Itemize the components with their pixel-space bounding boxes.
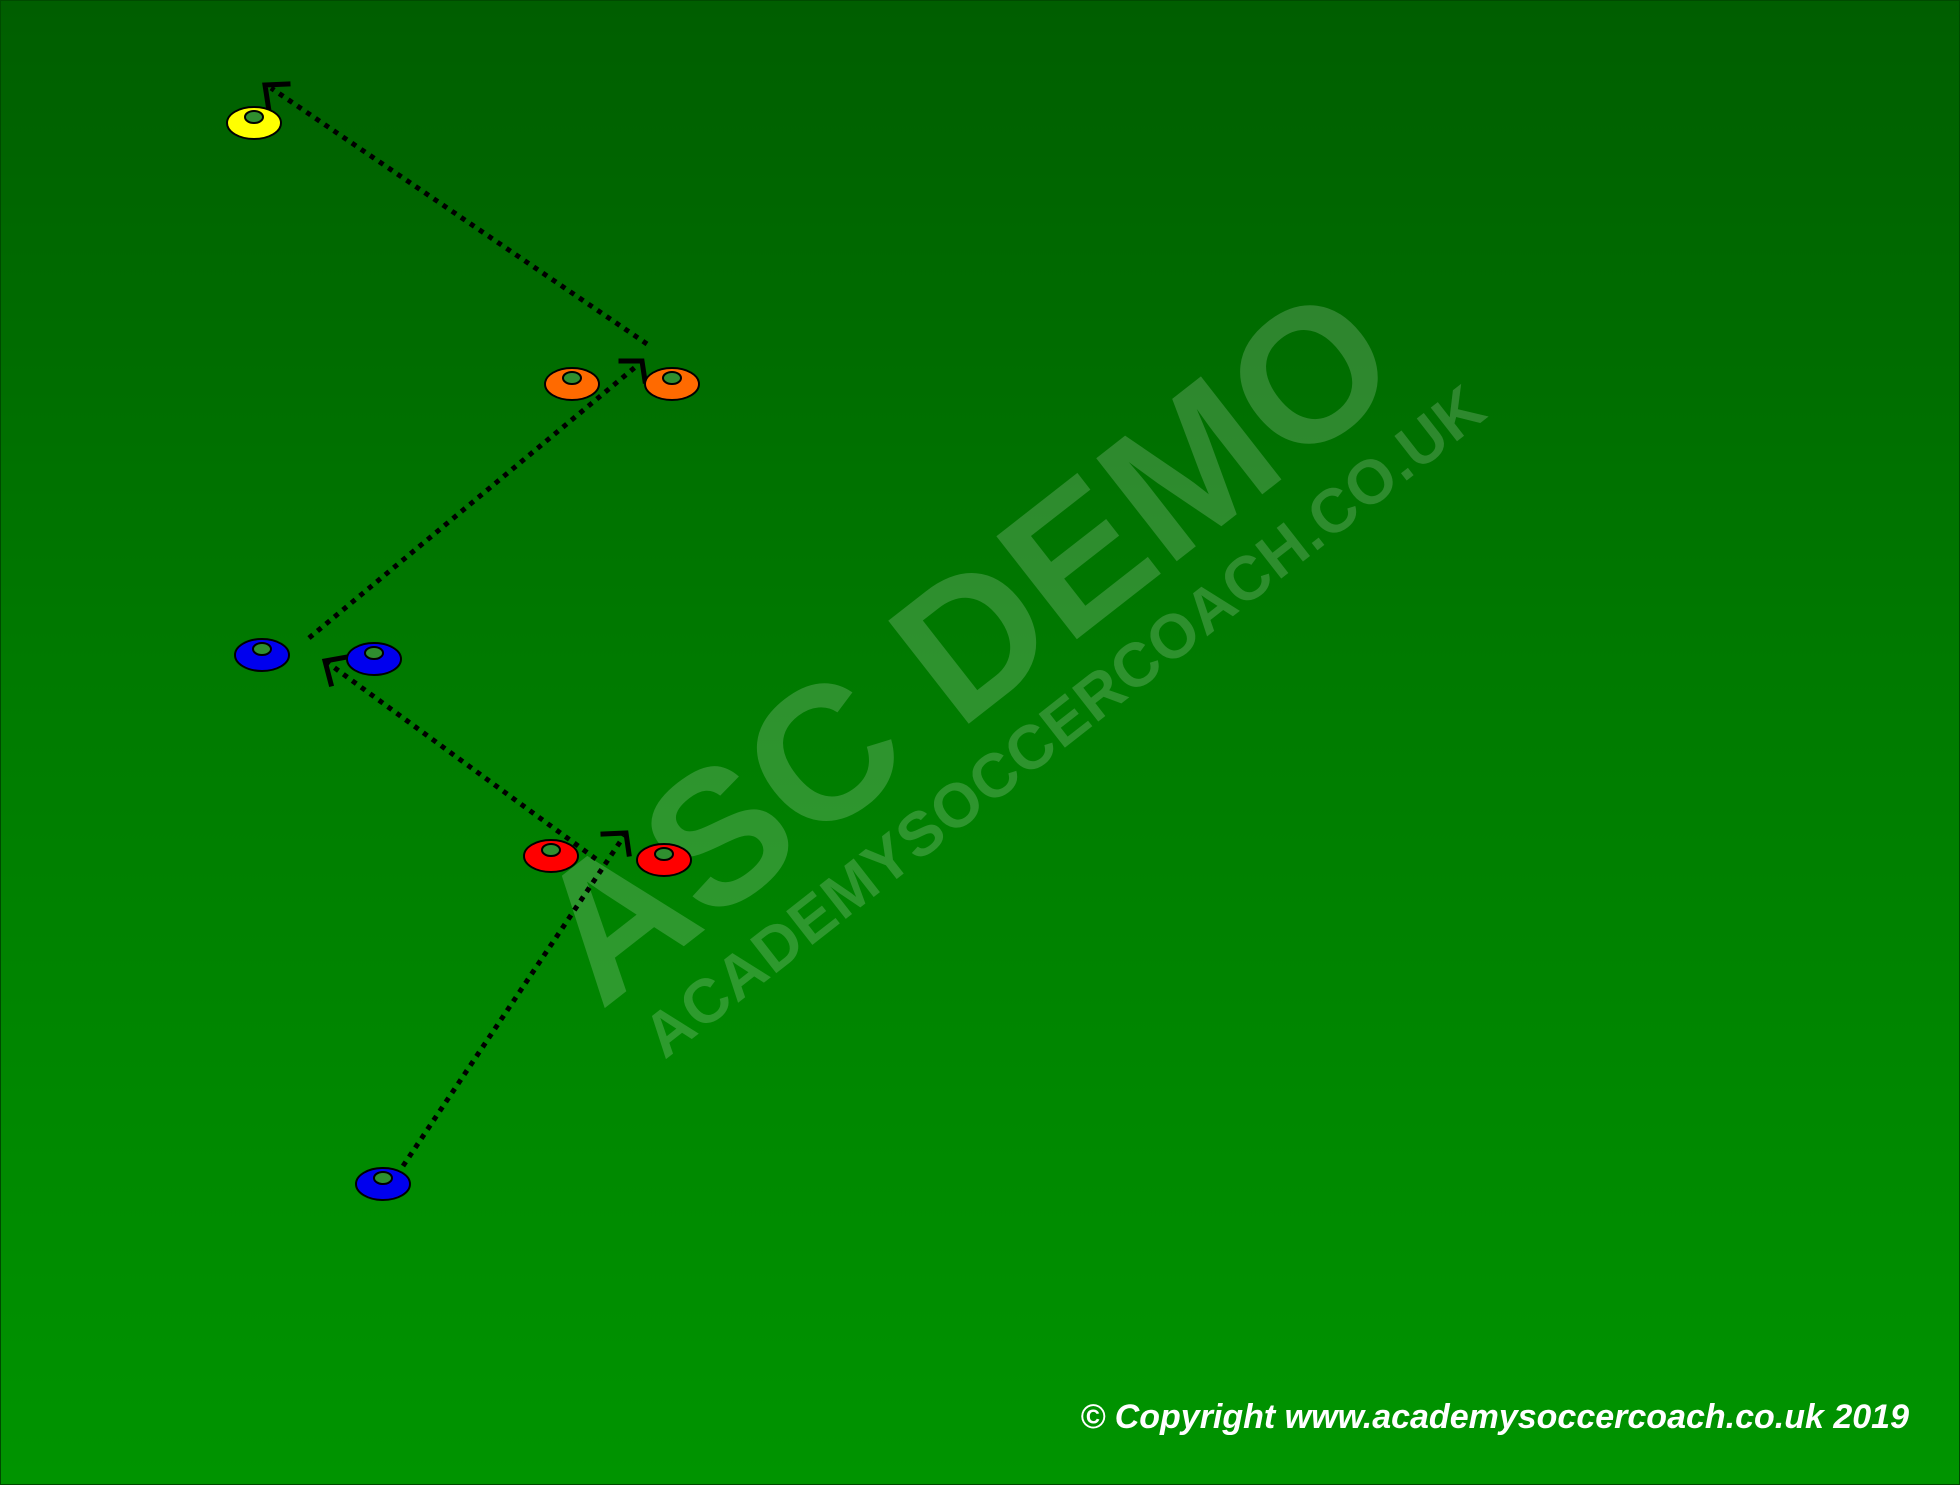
cone-blue-start <box>355 1167 411 1201</box>
drill-diagram: ASC DEMO ACADEMYSOCCERCOACH.CO.UK © Copy… <box>226 81 1909 1436</box>
copyright-notice: © Copyright www.academysoccercoach.co.uk… <box>1080 1398 1909 1436</box>
cone-red-right <box>636 843 692 877</box>
cone-yellow <box>226 106 282 140</box>
pass-orange-to-yellow-arrowhead <box>262 81 291 114</box>
cone-orange-right <box>644 367 700 401</box>
training-pitch: ASC DEMO ACADEMYSOCCERCOACH.CO.UK © Copy… <box>0 0 1960 1485</box>
cone-orange-left <box>544 367 600 401</box>
watermark-title: ASC DEMO <box>496 246 1433 1043</box>
pass-lines <box>262 81 649 1168</box>
watermark: ASC DEMO ACADEMYSOCCERCOACH.CO.UK <box>496 246 1499 1071</box>
pass-blue-to-orange <box>307 362 641 640</box>
cone-blue-left <box>234 638 290 672</box>
cone-blue-right <box>346 642 402 676</box>
cone-red-left <box>523 839 579 873</box>
pass-orange-to-yellow <box>269 85 649 347</box>
